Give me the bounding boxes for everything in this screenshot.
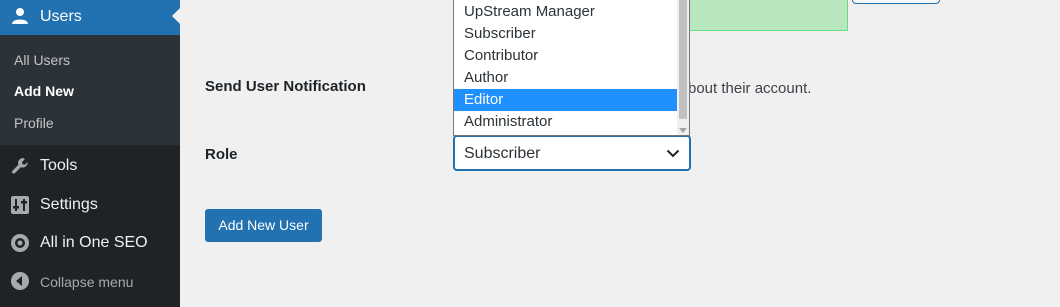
role-option-author[interactable]: Author <box>454 67 678 89</box>
add-new-user-button[interactable]: Add New User <box>205 209 322 242</box>
scrollbar-thumb[interactable] <box>679 0 687 119</box>
add-user-page: Users All Users Add New Profile Tools Se… <box>0 0 1060 307</box>
role-option-subscriber[interactable]: Subscriber <box>454 23 678 45</box>
role-option-editor[interactable]: Editor <box>454 89 678 111</box>
scroll-down-arrow-icon[interactable] <box>679 128 687 133</box>
role-option-administrator[interactable]: Administrator <box>454 111 678 133</box>
menu-settings-label: Settings <box>40 196 98 213</box>
current-menu-pointer <box>172 8 180 24</box>
submenu-add-new[interactable]: Add New <box>14 82 74 100</box>
menu-users[interactable]: Users <box>0 0 180 35</box>
role-select[interactable]: Subscriber <box>453 135 691 171</box>
password-toggle-button[interactable] <box>852 0 940 4</box>
collapse-menu-button[interactable]: Collapse menu <box>0 262 180 300</box>
menu-all-in-one-seo[interactable]: All in One SEO <box>0 224 180 262</box>
role-option-upstream-manager[interactable]: UpStream Manager <box>454 1 678 23</box>
seo-gear-icon <box>10 233 30 253</box>
role-select-value: Subscriber <box>464 145 541 162</box>
send-notification-label: Send User Notification <box>205 78 366 95</box>
chevron-down-icon <box>665 145 681 161</box>
menu-settings[interactable]: Settings <box>0 186 180 224</box>
user-icon <box>10 6 30 26</box>
settings-sliders-icon <box>10 195 30 215</box>
collapse-arrow-icon <box>10 271 30 291</box>
send-notification-description: bout their account. <box>688 80 812 97</box>
password-strength-indicator <box>688 0 848 31</box>
submenu-profile[interactable]: Profile <box>14 114 54 132</box>
menu-seo-label: All in One SEO <box>40 234 148 251</box>
users-submenu: All Users Add New Profile <box>0 35 180 145</box>
dropdown-scrollbar[interactable] <box>677 0 689 135</box>
menu-tools[interactable]: Tools <box>0 147 180 185</box>
menu-users-label: Users <box>40 8 82 25</box>
submenu-all-users[interactable]: All Users <box>14 51 70 69</box>
menu-tools-label: Tools <box>40 157 78 174</box>
role-label: Role <box>205 146 238 163</box>
role-option-contributor[interactable]: Contributor <box>454 45 678 67</box>
role-dropdown-list[interactable]: UpStream Manager Subscriber Contributor … <box>453 0 690 136</box>
wrench-icon <box>10 156 30 176</box>
admin-sidebar: Users All Users Add New Profile Tools Se… <box>0 0 180 307</box>
collapse-menu-label: Collapse menu <box>40 274 134 290</box>
